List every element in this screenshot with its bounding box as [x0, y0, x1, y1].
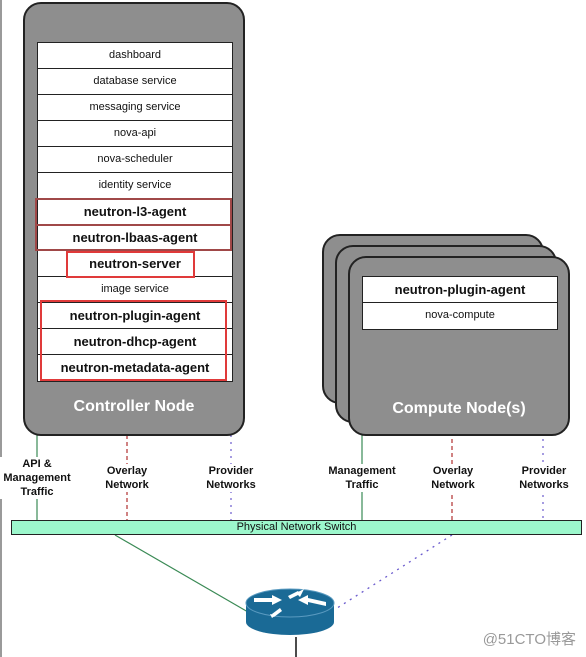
service-neutron-metadata-agent: neutron-metadata-agent	[60, 360, 210, 375]
label-compute-provider: Provider Networks	[510, 464, 578, 492]
service-neutron-l3-agent: neutron-l3-agent	[38, 199, 232, 225]
controller-service-stack: dashboard database service messaging ser…	[37, 42, 233, 382]
service-identity: identity service	[38, 173, 232, 199]
controller-node: dashboard database service messaging ser…	[23, 2, 245, 436]
label-controller-api-management: API & Management Traffic	[0, 457, 74, 499]
label-controller-overlay: Overlay Network	[97, 464, 157, 492]
router-icon	[245, 588, 335, 635]
controller-node-title: Controller Node	[73, 398, 195, 415]
service-nova-api: nova-api	[38, 121, 232, 147]
service-messaging: messaging service	[38, 95, 232, 121]
compute-service-nova-compute: nova-compute	[425, 309, 495, 321]
compute-node: neutron-plugin-agent nova-compute Comput…	[348, 256, 570, 436]
compute-service-neutron-plugin-agent: neutron-plugin-agent	[363, 277, 557, 303]
compute-service-stack: neutron-plugin-agent nova-compute	[362, 276, 558, 330]
service-neutron-plugin-agent: neutron-plugin-agent	[38, 303, 232, 329]
compute-node-title: Compute Node(s)	[392, 400, 526, 417]
service-dashboard: dashboard	[38, 43, 232, 69]
service-image: image service	[38, 277, 232, 303]
switch-router-provider-line	[333, 534, 453, 611]
switch-router-management-line	[114, 534, 249, 613]
service-neutron-server: neutron-server	[38, 251, 232, 277]
label-compute-overlay: Overlay Network	[423, 464, 483, 492]
watermark: @51CTO博客	[482, 631, 576, 648]
service-nova-scheduler: nova-scheduler	[38, 147, 232, 173]
service-database: database service	[38, 69, 232, 95]
service-neutron-lbaas-agent: neutron-lbaas-agent	[38, 225, 232, 251]
service-neutron-dhcp-agent: neutron-dhcp-agent	[38, 329, 232, 355]
physical-network-switch: Physical Network Switch	[11, 520, 582, 535]
label-compute-management: Management Traffic	[324, 464, 400, 492]
label-controller-provider: Provider Networks	[198, 464, 264, 492]
